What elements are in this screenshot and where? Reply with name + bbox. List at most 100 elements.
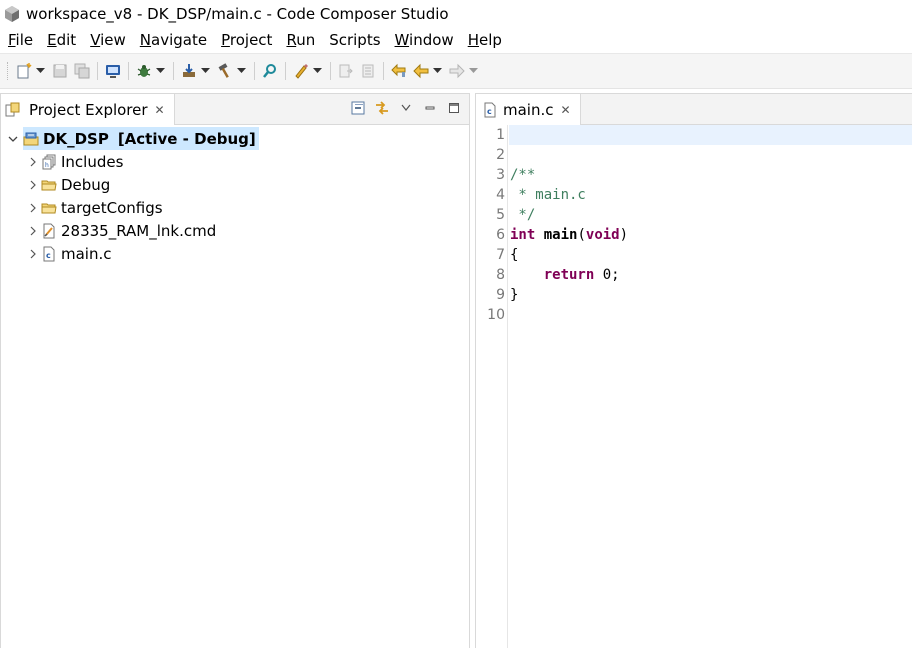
- debug-bug-icon[interactable]: [133, 60, 155, 82]
- line-number: 9: [496, 287, 505, 303]
- toolbar-separator: [285, 62, 286, 80]
- code-line[interactable]: */: [509, 205, 912, 225]
- code-line[interactable]: [509, 305, 912, 325]
- menu-view-mnemonic: V: [90, 31, 101, 49]
- new-icon[interactable]: [13, 60, 35, 82]
- debug-dropdown-arrow-icon[interactable]: [155, 60, 166, 82]
- code-content[interactable]: /** * main.c */ int main(void) { return …: [509, 125, 912, 325]
- save-all-icon[interactable]: [71, 60, 93, 82]
- ccs-project-icon: [23, 131, 39, 147]
- pen-dropdown-arrow-icon[interactable]: [312, 60, 323, 82]
- comment-token: /**: [510, 167, 536, 183]
- code-line[interactable]: {: [509, 245, 912, 265]
- close-icon[interactable]: ✕: [560, 103, 572, 117]
- tree-item-targetconfigs[interactable]: targetConfigs: [1, 196, 469, 219]
- chevron-down-icon[interactable]: [5, 131, 21, 147]
- project-name: DK_DSP: [43, 129, 109, 148]
- menu-view-label: iew: [100, 31, 126, 49]
- tree-item-main-c[interactable]: c main.c: [1, 242, 469, 265]
- line-number: 2: [496, 147, 505, 163]
- c-file-icon: c: [482, 102, 498, 118]
- tab-main-c[interactable]: c main.c ✕: [476, 94, 581, 125]
- save-icon[interactable]: [49, 60, 71, 82]
- menu-file-mnemonic: F: [8, 31, 16, 49]
- back-arrow-icon[interactable]: [410, 60, 432, 82]
- menu-help-mnemonic: H: [467, 31, 479, 49]
- chevron-right-icon[interactable]: [25, 246, 41, 262]
- code-line[interactable]: * main.c: [509, 185, 912, 205]
- menu-help[interactable]: Help: [461, 28, 509, 53]
- line-number: 7: [496, 247, 505, 263]
- tab-main-c-label: main.c: [503, 100, 554, 119]
- brace-token: {: [510, 247, 519, 263]
- tree-item-debug[interactable]: Debug: [1, 173, 469, 196]
- paren-token: ): [619, 227, 629, 243]
- menu-edit-label: dit: [56, 31, 77, 49]
- menu-file-label: ile: [15, 31, 34, 49]
- line-number: 4: [496, 187, 505, 203]
- view-menu-chevron-down-icon[interactable]: [397, 99, 415, 117]
- tab-project-explorer[interactable]: Project Explorer ✕: [1, 94, 175, 125]
- comment-token: */: [510, 207, 536, 223]
- forward-arrow-icon[interactable]: [446, 60, 468, 82]
- menu-file[interactable]: File: [2, 28, 40, 53]
- tree-item-linker-cmd[interactable]: 28335_RAM_lnk.cmd: [1, 219, 469, 242]
- back-dropdown-arrow-icon[interactable]: [432, 60, 443, 82]
- keyword-token: return: [543, 267, 595, 283]
- chevron-right-icon[interactable]: [25, 177, 41, 193]
- project-explorer-view: Project Explorer ✕ DK_DSP [Active - Debu…: [0, 93, 470, 648]
- code-line[interactable]: /**: [509, 165, 912, 185]
- menu-run[interactable]: Run: [279, 28, 322, 53]
- terminal-icon[interactable]: [102, 60, 124, 82]
- paren-token: (: [577, 227, 586, 243]
- prev-annotation-icon[interactable]: [357, 60, 379, 82]
- load-dropdown-arrow-icon[interactable]: [200, 60, 211, 82]
- title-bar: workspace_v8 - DK_DSP/main.c - Code Comp…: [0, 0, 912, 28]
- close-icon[interactable]: ✕: [154, 103, 166, 117]
- menu-view[interactable]: View: [83, 28, 133, 53]
- code-text-area[interactable]: 1 2 3 4 5 6 7 8 9 10 /** * main.c */ int…: [476, 125, 912, 648]
- collapse-all-icon[interactable]: [349, 99, 367, 117]
- main-toolbar: [0, 53, 912, 89]
- chevron-right-icon[interactable]: [25, 154, 41, 170]
- svg-text:c: c: [487, 107, 492, 116]
- build-dropdown-arrow-icon[interactable]: [236, 60, 247, 82]
- window-title: workspace_v8 - DK_DSP/main.c - Code Comp…: [26, 5, 449, 23]
- code-line-current[interactable]: [509, 125, 912, 145]
- cmd-file-icon: [41, 223, 57, 239]
- menu-help-label: elp: [478, 31, 502, 49]
- search-icon[interactable]: [259, 60, 281, 82]
- tree-item-project[interactable]: DK_DSP [Active - Debug]: [8, 127, 469, 150]
- menu-navigate[interactable]: Navigate: [133, 28, 214, 53]
- code-line[interactable]: [509, 145, 912, 165]
- chevron-right-icon[interactable]: [25, 223, 41, 239]
- line-number: 3: [496, 167, 505, 183]
- last-edit-location-icon[interactable]: [388, 60, 410, 82]
- pen-tool-icon[interactable]: [290, 60, 312, 82]
- code-line[interactable]: int main(void): [509, 225, 912, 245]
- chevron-right-icon[interactable]: [25, 200, 41, 216]
- new-dropdown-arrow-icon[interactable]: [35, 60, 46, 82]
- minimize-icon[interactable]: [421, 99, 439, 117]
- line-number: 6: [496, 227, 505, 243]
- line-number-gutter: 1 2 3 4 5 6 7 8 9 10: [476, 125, 508, 648]
- link-with-editor-icon[interactable]: [373, 99, 391, 117]
- tree-item-label: main.c: [61, 244, 112, 263]
- code-line[interactable]: return 0;: [509, 265, 912, 285]
- code-line[interactable]: }: [509, 285, 912, 305]
- menu-edit[interactable]: Edit: [40, 28, 83, 53]
- build-hammer-icon[interactable]: [214, 60, 236, 82]
- menu-window[interactable]: Window: [388, 28, 461, 53]
- editor-tabbar: c main.c ✕: [476, 94, 912, 125]
- menu-project[interactable]: Project: [214, 28, 279, 53]
- tree-item-label: targetConfigs: [61, 198, 163, 217]
- maximize-icon[interactable]: [445, 99, 463, 117]
- load-program-icon[interactable]: [178, 60, 200, 82]
- tree-item-includes[interactable]: h Includes: [1, 150, 469, 173]
- menu-scripts[interactable]: Scripts: [322, 28, 387, 53]
- menu-project-label: roject: [229, 31, 273, 49]
- forward-dropdown-arrow-icon[interactable]: [468, 60, 479, 82]
- toolbar-separator: [330, 62, 331, 80]
- toolbar-handle[interactable]: [7, 62, 10, 80]
- next-annotation-icon[interactable]: [335, 60, 357, 82]
